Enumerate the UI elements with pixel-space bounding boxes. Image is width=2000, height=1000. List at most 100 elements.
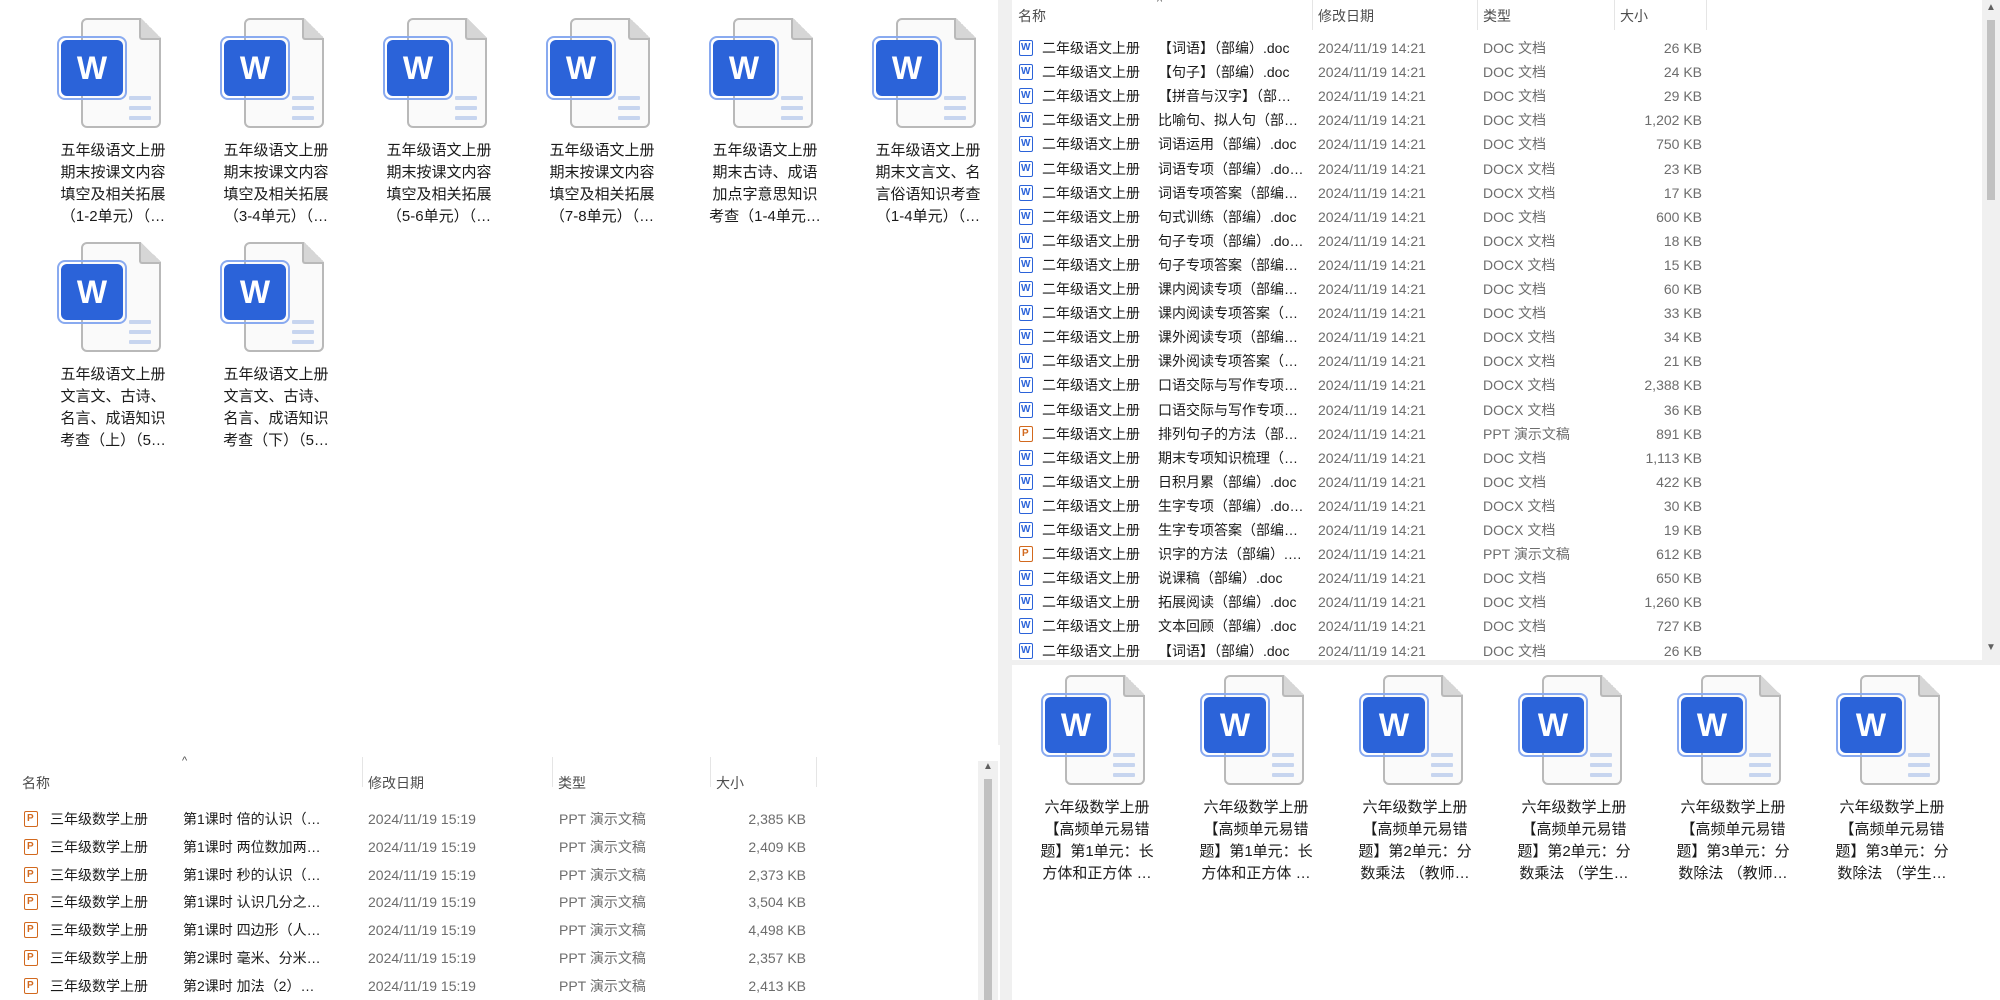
scroll-up-arrow-icon[interactable]: ▲ (1984, 2, 1998, 13)
column-header-type[interactable]: 类型 (1477, 0, 1615, 30)
file-name-suffix: 第1课时 两位数加两… (183, 838, 321, 855)
modified-date: 2024/11/19 14:21 (1318, 88, 1426, 105)
file-item[interactable]: W 六年级数学上册 【高频单元易错 题】第3单元：分 数除法 （学生… (1817, 675, 1967, 885)
table-row[interactable]: 二年级语文上册 课外阅读专项（部编… 2024/11/19 14:21 DOCX 文档… (1012, 325, 1962, 349)
vertical-scrollbar[interactable]: ▲ (978, 761, 998, 1000)
column-header-name[interactable]: 名称 ^ (0, 755, 363, 791)
file-name-suffix: 第2课时 毫米、分米… (183, 950, 321, 966)
file-name-suffix: 生字专项（部编）.do… (1158, 497, 1304, 514)
scrollbar-thumb[interactable] (1987, 20, 1995, 200)
file-name-suffix: 口语交际与写作专项… (1158, 401, 1298, 418)
file-name-suffix: 第1课时 四边形（人… (183, 922, 321, 939)
word-file-icon (1019, 329, 1033, 346)
table-row[interactable]: 三年级数学上册 第1课时 秒的认识（… 2024/11/19 15:19 PPT 演示… (0, 863, 820, 887)
file-name-prefix: 二年级语文上册 (1042, 618, 1140, 635)
table-row[interactable]: 二年级语文上册 日积月累（部编）.doc 2024/11/19 14:21 DOC 文… (1012, 470, 1962, 494)
table-row[interactable]: 二年级语文上册 【词语】（部编）.doc 2024/11/19 14:21 DOC 文… (1012, 36, 1962, 60)
table-row[interactable]: 三年级数学上册 第1课时 四边形（人… 2024/11/19 15:19 PPT 演示… (0, 918, 820, 942)
file-name-prefix: 二年级语文上册 (1042, 377, 1140, 394)
file-name-label: 五年级语文上册 文言文、古诗、 名言、成语知识 考查（下）（5… (201, 364, 351, 452)
table-row[interactable]: 二年级语文上册 课外阅读专项答案（… 2024/11/19 14:21 DOCX 文档… (1012, 349, 1962, 373)
table-row[interactable]: 三年级数学上册 第1课时 认识几分之… 2024/11/19 15:19 PPT 演示… (0, 890, 820, 914)
file-item[interactable]: W 五年级语文上册 期末古诗、成语 加点字意思知识 考查（1-4单元… (690, 18, 840, 228)
file-name-label: 五年级语文上册 期末按课文内容 填空及相关拓展 （5-6单元）（… (364, 140, 514, 228)
modified-date: 2024/11/19 14:21 (1318, 377, 1426, 394)
file-item[interactable]: W 五年级语文上册 期末按课文内容 填空及相关拓展 （7-8单元）（… (527, 18, 677, 228)
file-name-suffix: 识字的方法（部编）.… (1158, 546, 1302, 563)
table-row[interactable]: 二年级语文上册 生字专项答案（部编… 2024/11/19 14:21 DOCX 文档… (1012, 518, 1962, 542)
vertical-scrollbar[interactable]: ▲ ▼ (1982, 0, 2000, 660)
file-item[interactable]: W 五年级语文上册 期末文言文、名 言俗语知识考查 （1-4单元）（… (853, 18, 980, 228)
table-row[interactable]: 二年级语文上册 拓展阅读（部编）.doc 2024/11/19 14:21 DOC 文… (1012, 590, 1962, 614)
file-name-prefix: 二年级语文上册 (1042, 64, 1140, 81)
file-type: PPT 演示文稿 (559, 977, 646, 994)
column-header-date[interactable]: 修改日期 (362, 757, 553, 791)
table-row[interactable]: 三年级数学上册 第1课时 倍的认识（… 2024/11/19 15:19 PPT 演示… (0, 807, 820, 831)
file-name-suffix: 【句子】（部编）.doc (1158, 64, 1290, 81)
file-item[interactable]: W 五年级语文上册 期末按课文内容 填空及相关拓展 （3-4单元）（… (201, 18, 351, 228)
file-name-line: 五年级语文上册 (223, 366, 329, 383)
table-row[interactable]: 二年级语文上册 句式训练（部编）.doc 2024/11/19 14:21 DOC 文… (1012, 205, 1962, 229)
file-size: 2,357 KB (748, 950, 806, 966)
file-item[interactable]: W 五年级语文上册 期末按课文内容 填空及相关拓展 （5-6单元）（… (364, 18, 514, 228)
table-row[interactable]: 三年级数学上册 第1课时 两位数加两… 2024/11/19 15:19 PPT 演示… (0, 835, 820, 859)
table-row[interactable]: 二年级语文上册 生字专项（部编）.do… 2024/11/19 14:21 DOCX … (1012, 494, 1962, 518)
file-name-line: 五年级语文上册 (875, 142, 980, 159)
scroll-down-arrow-icon[interactable]: ▼ (1984, 642, 1998, 653)
file-item[interactable]: W 六年级数学上册 【高频单元易错 题】第1单元：长 方体和正方体 … (1022, 675, 1172, 885)
table-row[interactable]: 二年级语文上册 文本回顾（部编）.doc 2024/11/19 14:21 DOC 文… (1012, 614, 1962, 638)
word-file-icon (1019, 642, 1033, 659)
table-row[interactable]: 二年级语文上册 期末专项知识梳理（… 2024/11/19 14:21 DOC 文档 1… (1012, 446, 1962, 470)
file-item[interactable]: W 五年级语文上册 文言文、古诗、 名言、成语知识 考查（上）（5… (38, 242, 188, 452)
modified-date: 2024/11/19 14:21 (1318, 522, 1426, 538)
file-item[interactable]: W 五年级语文上册 文言文、古诗、 名言、成语知识 考查（下）（5… (201, 242, 351, 452)
word-file-icon (1019, 449, 1033, 466)
file-name-line: 五年级语文上册 (60, 366, 166, 383)
file-type: DOCX 文档 (1483, 522, 1556, 538)
word-document-icon: W (1518, 675, 1626, 789)
table-row[interactable]: 二年级语文上册 口语交际与写作专项… 2024/11/19 14:21 DOCX 文档… (1012, 373, 1962, 397)
word-document-icon: W (1677, 675, 1785, 789)
file-item[interactable]: W 六年级数学上册 【高频单元易错 题】第2单元：分 数乘法 （学生… (1499, 675, 1649, 885)
column-header-name[interactable]: 名称 ^ (1012, 0, 1313, 30)
modified-date: 2024/11/19 14:21 (1318, 618, 1426, 635)
scroll-up-arrow-icon[interactable]: ▲ (981, 761, 995, 772)
column-header-size[interactable]: 大小 (1614, 0, 1707, 30)
table-row[interactable]: 二年级语文上册 句子专项答案（部编… 2024/11/19 14:21 DOCX 文档… (1012, 253, 1962, 277)
table-row[interactable]: 二年级语文上册 【句子】（部编）.doc 2024/11/19 14:21 DOC 文… (1012, 60, 1962, 84)
table-row[interactable]: 三年级数学上册 第2课时 毫米、分米… 2024/11/19 15:19 PPT 演示… (0, 946, 820, 970)
file-item[interactable]: W 六年级数学上册 【高频单元易错 题】第2单元：分 数乘法 （教师… (1340, 675, 1490, 885)
word-file-icon (1019, 64, 1033, 81)
table-row[interactable]: 二年级语文上册 词语专项答案（部编… 2024/11/19 14:21 DOCX 文档… (1012, 181, 1962, 205)
file-type: DOCX 文档 (1483, 160, 1556, 177)
table-row[interactable]: 二年级语文上册 口语交际与写作专项… 2024/11/19 14:21 DOCX 文档… (1012, 398, 1962, 422)
table-row[interactable]: 二年级语文上册 说课稿（部编）.doc 2024/11/19 14:21 DOC 文档… (1012, 566, 1962, 590)
file-name-line: 考查（1-4单元… (709, 208, 821, 225)
column-header-date[interactable]: 修改日期 (1312, 0, 1478, 30)
scrollbar-thumb[interactable] (984, 779, 992, 1000)
column-header-type[interactable]: 类型 (552, 757, 711, 791)
file-item[interactable]: W 五年级语文上册 期末按课文内容 填空及相关拓展 （1-2单元）（… (38, 18, 188, 228)
table-row[interactable]: 二年级语文上册 句子专项（部编）.do… 2024/11/19 14:21 DOCX … (1012, 229, 1962, 253)
file-name-line: 题】第2单元：分 (1358, 843, 1472, 860)
file-size: 30 KB (1663, 497, 1702, 514)
word-file-icon (1019, 256, 1033, 273)
table-row[interactable]: 二年级语文上册 识字的方法（部编）.… 2024/11/19 14:21 PPT 演示… (1012, 542, 1962, 566)
table-row[interactable]: 二年级语文上册 词语专项（部编）.do… 2024/11/19 14:21 DOCX … (1012, 157, 1962, 181)
table-row[interactable]: 二年级语文上册 【词语】（部编）.doc 2024/11/19 14:21 DOC 文… (1012, 639, 1962, 661)
file-name-prefix: 二年级语文上册 (1042, 642, 1140, 659)
modified-date: 2024/11/19 14:21 (1318, 425, 1426, 442)
file-item[interactable]: W 六年级数学上册 【高频单元易错 题】第1单元：长 方体和正方体 … (1181, 675, 1331, 885)
column-header-date-label: 修改日期 (1318, 8, 1374, 24)
table-row[interactable]: 二年级语文上册 课内阅读专项（部编… 2024/11/19 14:21 DOC 文档 6… (1012, 277, 1962, 301)
table-row[interactable]: 二年级语文上册 课内阅读专项答案（… 2024/11/19 14:21 DOC 文档 3… (1012, 301, 1962, 325)
modified-date: 2024/11/19 14:21 (1318, 64, 1426, 81)
table-row[interactable]: 二年级语文上册 排列句子的方法（部… 2024/11/19 14:21 PPT 演示文… (1012, 422, 1962, 446)
table-row[interactable]: 二年级语文上册 比喻句、拟人句（部… 2024/11/19 14:21 DOC 文档 1… (1012, 108, 1962, 132)
table-row[interactable]: 二年级语文上册 【拼音与汉字】（部… 2024/11/19 14:21 DOC 文档 2… (1012, 84, 1962, 108)
table-row[interactable]: 三年级数学上册 第2课时 加法（2）… 2024/11/19 15:19 PPT 演示… (0, 974, 820, 998)
table-row[interactable]: 二年级语文上册 词语运用（部编）.doc 2024/11/19 14:21 DOC 文… (1012, 132, 1962, 156)
file-item[interactable]: W 六年级数学上册 【高频单元易错 题】第3单元：分 数除法 （教师… (1658, 675, 1808, 885)
column-header-size[interactable]: 大小 (710, 757, 817, 791)
powerpoint-file-icon (24, 950, 38, 966)
